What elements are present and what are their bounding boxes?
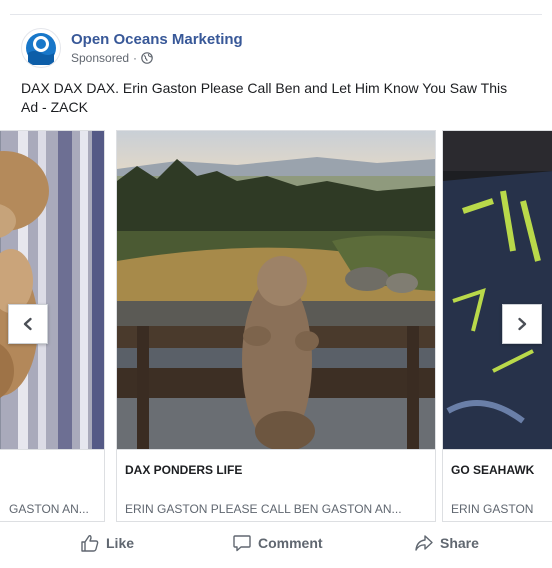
card-subtitle[interactable]: GASTON AN... xyxy=(9,502,89,516)
carousel-next-button[interactable] xyxy=(502,304,542,344)
separator-dot: · xyxy=(133,51,138,65)
card-subtitle[interactable]: ERIN GASTON PLEASE CALL BEN GASTON AN... xyxy=(125,502,402,516)
chevron-left-icon xyxy=(23,317,32,331)
like-label: Like xyxy=(106,535,135,551)
post-header: Open Oceans Marketing Sponsored · xyxy=(21,27,243,69)
share-label: Share xyxy=(440,535,479,551)
card-photo-seahawks-blanket[interactable] xyxy=(443,131,552,449)
like-button[interactable]: Like xyxy=(80,528,134,558)
comment-button[interactable]: Comment xyxy=(232,528,323,558)
card-subtitle[interactable]: ERIN GASTON xyxy=(451,502,533,516)
thumbs-up-icon xyxy=(81,535,99,552)
share-button[interactable]: Share xyxy=(414,528,479,558)
post-caption: DAX DAX DAX. Erin Gaston Please Call Ben… xyxy=(21,80,508,115)
card-photo-dog-on-railing[interactable] xyxy=(117,131,435,449)
post-actions: Like Comment Share xyxy=(0,528,552,558)
comment-bubble-icon xyxy=(233,535,251,552)
comment-label: Comment xyxy=(258,535,323,551)
chevron-right-icon xyxy=(518,317,527,331)
card-title[interactable]: DAX PONDERS LIFE xyxy=(125,463,242,477)
ocean-logo-icon xyxy=(26,33,56,65)
card-photo-dog-on-blanket[interactable] xyxy=(0,131,104,449)
carousel: GASTON AN... DAX PONDERS LIFE ERIN GASTO… xyxy=(0,128,552,522)
carousel-prev-button[interactable] xyxy=(8,304,48,344)
share-arrow-icon xyxy=(415,535,433,551)
page-name-link[interactable]: Open Oceans Marketing xyxy=(71,31,243,49)
top-divider xyxy=(10,14,542,15)
sponsored-label[interactable]: Sponsored xyxy=(71,51,129,65)
carousel-card-2[interactable]: DAX PONDERS LIFE ERIN GASTON PLEASE CALL… xyxy=(116,130,436,522)
globe-icon[interactable] xyxy=(141,52,153,64)
page-avatar[interactable] xyxy=(21,28,61,68)
card-title[interactable]: GO SEAHAWK xyxy=(451,463,534,477)
